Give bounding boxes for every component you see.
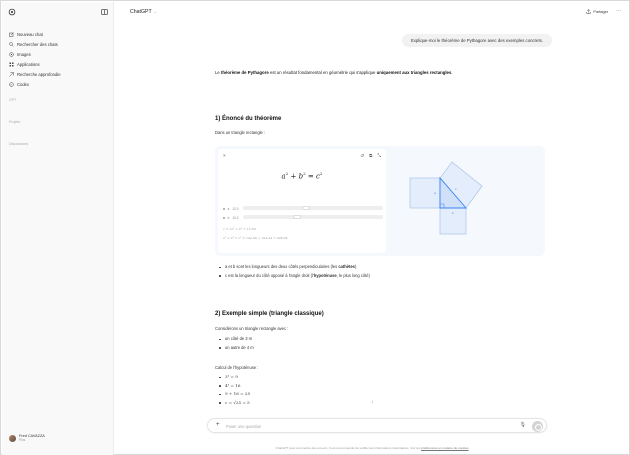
app-window: Nouveau chat Rechercher des chats Images… [0, 0, 630, 455]
sidebar-item-label: Rechercher des chats [17, 41, 58, 47]
user-plan: Plus [19, 438, 26, 443]
formula: a2 + b2 = c2 [281, 171, 323, 181]
disclaimer: ChatGPT peut commettre des erreurs. Il e… [275, 446, 470, 450]
list-item: un autre de 4 m [219, 344, 254, 353]
scroll-down-icon[interactable]: ↓ [371, 399, 374, 405]
sidebar-item-new-chat[interactable]: Nouveau chat [9, 30, 43, 38]
voice-mode-button[interactable] [532, 421, 543, 432]
slider-b[interactable] [243, 215, 383, 219]
deep-research-icon [9, 71, 14, 77]
more-options-icon[interactable]: ··· [616, 8, 622, 14]
chatgpt-logo-icon[interactable] [8, 8, 16, 16]
list-item: c est la longueur du côté opposé à l'ang… [219, 272, 370, 281]
plus-icon[interactable]: + [216, 422, 220, 428]
sidebar-section-gpt[interactable]: GPT [9, 98, 16, 102]
widget-toolbar: ↺ ⧉ ⤡ [360, 153, 381, 159]
sidebar-section-discussions[interactable]: Discussions [9, 142, 28, 146]
dot-icon [223, 217, 225, 219]
new-chat-icon [9, 31, 14, 37]
message-input[interactable]: Poser une question [226, 424, 261, 429]
list-item: 9 + 16 = 25 [219, 390, 250, 399]
message-composer[interactable]: + Poser une question 🎙︎ [207, 418, 547, 433]
definitions-list: a et b sont les longueurs des deux côtés… [219, 263, 370, 280]
calc-line-2: a² + b² = c² ⇒ 144.00 + 104.04 = 248.04 [223, 236, 288, 240]
calc-steps-list: 3² = 9 4² = 16 9 + 16 = 25 c = √25 = 5 [219, 373, 250, 407]
example-list: un côté de 3 m un autre de 4 m [219, 335, 254, 352]
apps-icon [9, 62, 14, 66]
avatar [9, 434, 16, 442]
codex-icon [9, 81, 14, 87]
chat-area: Explique-moi le théorème de Pythagore av… [115, 22, 630, 455]
sidebar-item-label: Recherche approfondie [17, 71, 61, 77]
sidebar-top [8, 7, 108, 19]
list-item: c = √25 = 5 [219, 399, 250, 408]
sidebar-item-label: Applications [17, 61, 40, 67]
list-item: un côté de 3 m [219, 335, 254, 344]
intro-paragraph: Le théorème de Pythagore est un résultat… [215, 70, 453, 75]
copy-icon[interactable]: ⧉ [369, 153, 372, 159]
user-message: Explique-moi le théorème de Pythagore av… [401, 34, 552, 47]
section-1-intro: Dans un triangle rectangle : [215, 130, 266, 135]
section-2-intro: Considérons un triangle rectangle avec : [215, 326, 289, 331]
calc-line-1: c = √a² + b² = 15.69 [223, 227, 256, 231]
sidebar-item-label: Nouveau chat [17, 31, 43, 37]
sidebar-toggle-icon[interactable] [101, 9, 108, 15]
pythagoras-figure: a b c [409, 161, 483, 235]
slider-b-thumb[interactable] [293, 215, 302, 219]
sidebar-item-codex[interactable]: Codex [9, 80, 29, 88]
microphone-icon[interactable]: 🎙︎ [520, 422, 526, 428]
search-icon [9, 41, 14, 47]
image-icon [9, 51, 14, 57]
list-item: 3² = 9 [219, 373, 250, 382]
share-button[interactable]: Partager [586, 9, 608, 14]
dot-icon [223, 208, 225, 210]
section-2-heading: 2) Exemple simple (triangle classique) [215, 311, 324, 317]
sidebar: Nouveau chat Rechercher des chats Images… [2, 2, 114, 455]
sidebar-section-projects[interactable]: Projets [9, 120, 20, 124]
sidebar-item-deep-research[interactable]: Recherche approfondie [9, 70, 61, 78]
close-icon[interactable]: × [223, 153, 226, 158]
list-item: a et b sont les longueurs des deux côtés… [219, 263, 370, 272]
expand-icon[interactable]: ⤡ [377, 153, 381, 159]
undo-icon[interactable]: ↺ [360, 153, 364, 159]
sidebar-item-applications[interactable]: Applications [9, 60, 40, 68]
slider-a-label: a 12.0 [223, 207, 239, 211]
pythagoras-widget: × ↺ ⧉ ⤡ a2 + b2 = c2 a 12.0 b 10.2 c = √… [215, 146, 545, 256]
slider-a[interactable] [243, 206, 383, 210]
list-item: 4² = 16 [219, 382, 250, 391]
slider-a-thumb[interactable] [302, 206, 311, 210]
section-1-heading: 1) Énoncé du théorème [215, 116, 282, 122]
cookie-preferences-link[interactable]: préférences en matière de cookies [421, 446, 468, 450]
chevron-down-icon: ⌄ [153, 10, 157, 14]
slider-b-label: b 10.2 [223, 216, 239, 220]
top-bar: ChatGPT ⌄ Partager ··· [115, 2, 630, 22]
user-profile[interactable]: Fred CAVAZZA Plus [9, 434, 45, 442]
share-label: Partager [593, 9, 608, 14]
model-name: ChatGPT [130, 9, 152, 15]
sidebar-item-label: Codex [17, 81, 30, 87]
sidebar-item-search[interactable]: Rechercher des chats [9, 40, 58, 48]
sidebar-item-images[interactable]: Images [9, 50, 31, 58]
calc-title: Calcul de l'hypoténuse : [215, 365, 259, 370]
widget-controls-card: × ↺ ⧉ ⤡ a2 + b2 = c2 a 12.0 b 10.2 c = √… [218, 149, 386, 253]
share-icon [586, 9, 591, 14]
model-selector[interactable]: ChatGPT ⌄ [130, 9, 157, 15]
sidebar-item-label: Images [17, 51, 31, 57]
